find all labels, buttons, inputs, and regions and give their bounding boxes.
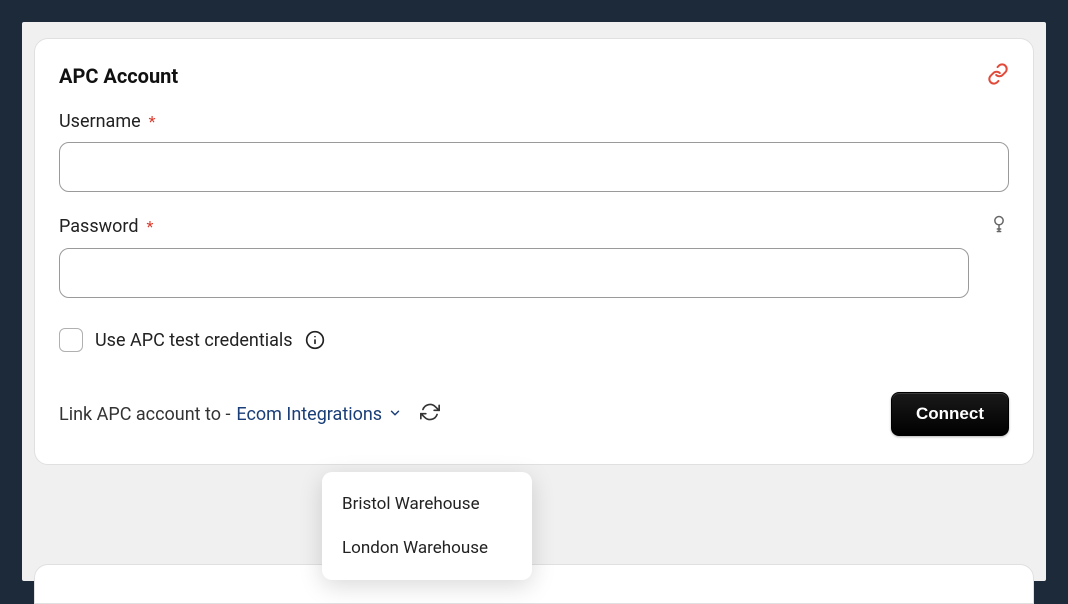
username-label-row: Username * (59, 111, 1009, 132)
username-required: * (149, 112, 156, 131)
password-label: Password (59, 216, 139, 237)
link-account-row: Link APC account to - Ecom Integrations (59, 402, 440, 427)
password-label-row: Password * (59, 214, 1009, 238)
password-label-wrapper: Password * (59, 216, 153, 237)
password-group: Password * (59, 214, 1009, 298)
test-credentials-label: Use APC test credentials (95, 330, 293, 351)
card-header: APC Account (59, 63, 1009, 89)
connect-button[interactable]: Connect (891, 392, 1009, 436)
username-label-wrapper: Username * (59, 111, 156, 132)
next-card-peek (34, 564, 1034, 604)
dropdown-item-london[interactable]: London Warehouse (322, 526, 532, 570)
username-input[interactable] (59, 142, 1009, 192)
username-group: Username * (59, 111, 1009, 192)
link-icon[interactable] (987, 63, 1009, 89)
test-credentials-checkbox[interactable] (59, 328, 83, 352)
apc-account-card: APC Account Username * Password (34, 38, 1034, 465)
page-background: APC Account Username * Password (22, 22, 1046, 581)
card-title: APC Account (59, 64, 178, 88)
password-required: * (146, 217, 153, 236)
link-account-selected: Ecom Integrations (236, 404, 382, 425)
username-label: Username (59, 111, 141, 132)
password-input[interactable] (59, 248, 969, 298)
chevron-down-icon (388, 404, 402, 425)
card-footer: Link APC account to - Ecom Integrations (59, 392, 1009, 436)
link-account-dropdown[interactable]: Ecom Integrations (236, 404, 402, 425)
dropdown-item-bristol[interactable]: Bristol Warehouse (322, 482, 532, 526)
link-account-prefix: Link APC account to - (59, 404, 230, 425)
key-icon[interactable] (989, 214, 1009, 238)
warehouse-dropdown-menu: Bristol Warehouse London Warehouse (322, 472, 532, 580)
test-credentials-row: Use APC test credentials (59, 328, 1009, 352)
refresh-icon[interactable] (420, 402, 440, 427)
info-icon[interactable] (305, 330, 325, 350)
